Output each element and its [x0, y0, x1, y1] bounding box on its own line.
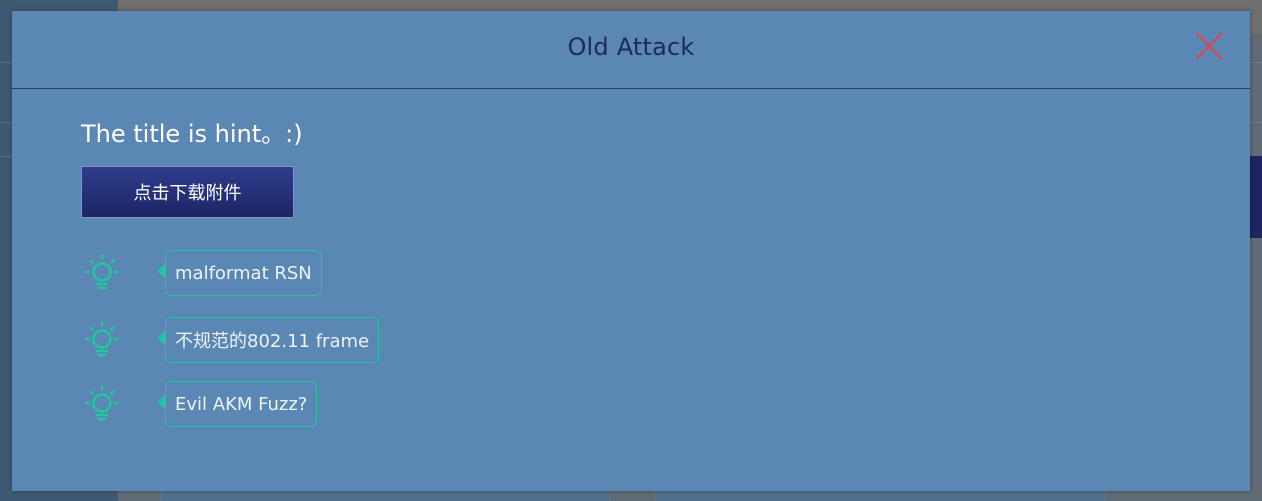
hint-item: 不规范的802.11 frame	[81, 317, 380, 363]
modal-header: Old Attack	[12, 11, 1250, 89]
hint-text: Evil AKM Fuzz?	[156, 381, 318, 427]
challenge-description: The title is hint。:)	[81, 120, 303, 148]
lightbulb-icon	[84, 384, 120, 421]
hint-item: malformat RSN	[81, 250, 322, 296]
background-block	[1248, 156, 1262, 238]
hint-text: malformat RSN	[157, 250, 322, 296]
challenge-modal: Old Attack The title is hint。:) 点击下载附件 m…	[12, 11, 1250, 491]
hint-text: 不规范的802.11 frame	[156, 317, 380, 363]
close-icon	[1195, 32, 1223, 60]
hint-item: Evil AKM Fuzz?	[81, 381, 318, 427]
modal-title: Old Attack	[567, 33, 695, 61]
lightbulb-icon	[84, 253, 120, 290]
close-button[interactable]	[1194, 31, 1224, 61]
download-attachment-button[interactable]: 点击下载附件	[81, 166, 294, 218]
lightbulb-icon	[84, 320, 120, 357]
